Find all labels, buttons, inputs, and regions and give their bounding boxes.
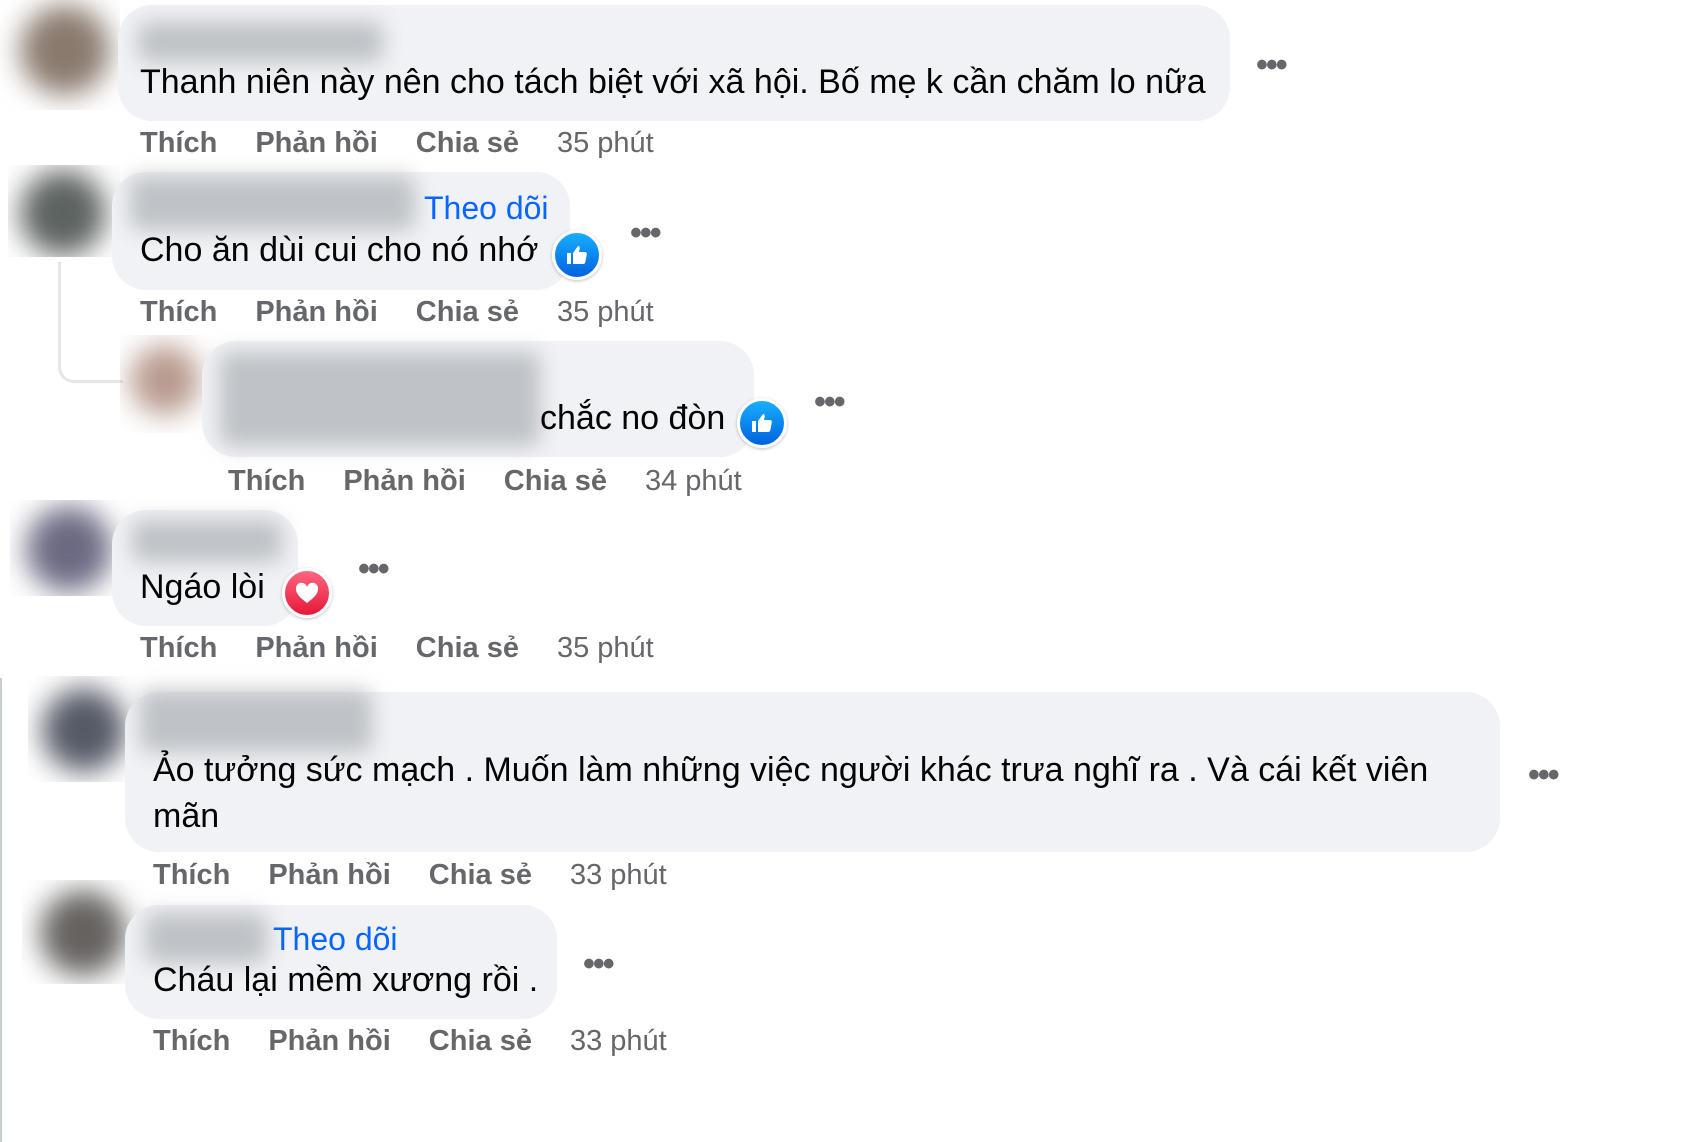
author-name-blurred[interactable] — [138, 22, 383, 62]
reply-thread-line — [58, 262, 123, 383]
reply-link[interactable]: Phản hồi — [268, 1025, 390, 1058]
more-options-icon[interactable]: ••• — [1256, 48, 1288, 82]
share-link[interactable]: Chia sẻ — [416, 296, 519, 329]
share-link[interactable]: Chia sẻ — [416, 632, 519, 665]
comment-text-line-1: Ảo tưởng sức mạch . Muốn làm những việc … — [153, 751, 1429, 789]
comment-text: Ngáo lòi — [140, 568, 265, 606]
timestamp[interactable]: 35 phút — [557, 296, 654, 329]
like-link[interactable]: Thích — [140, 127, 217, 160]
comment-text: Cho ăn dùi cui cho nó nhớ — [140, 231, 539, 269]
author-name-blurred[interactable] — [220, 352, 540, 446]
like-link[interactable]: Thích — [140, 632, 217, 665]
share-link[interactable]: Chia sẻ — [429, 1025, 532, 1058]
share-link[interactable]: Chia sẻ — [504, 465, 607, 498]
reply-link[interactable]: Phản hồi — [255, 127, 377, 160]
reply-link[interactable]: Phản hồi — [255, 632, 377, 665]
timestamp[interactable]: 34 phút — [645, 465, 742, 498]
share-link[interactable]: Chia sẻ — [429, 859, 532, 892]
like-link[interactable]: Thích — [140, 296, 217, 329]
avatar[interactable] — [10, 500, 128, 596]
share-link[interactable]: Chia sẻ — [416, 127, 519, 160]
comment-actions: Thích Phản hồi Chia sẻ 34 phút — [228, 465, 780, 498]
author-name-blurred[interactable] — [130, 176, 415, 230]
reply-link[interactable]: Phản hồi — [255, 296, 377, 329]
like-link[interactable]: Thích — [228, 465, 305, 498]
more-options-icon[interactable]: ••• — [358, 552, 390, 586]
like-link[interactable]: Thích — [153, 859, 230, 892]
comment-text-line-2: mãn — [153, 797, 220, 835]
avatar[interactable] — [0, 0, 120, 110]
comment-text: Cháu lại mềm xương rồi . — [153, 961, 539, 999]
timestamp[interactable]: 33 phút — [570, 859, 667, 892]
avatar[interactable] — [8, 165, 120, 257]
follow-link[interactable]: Theo dõi — [273, 921, 398, 958]
love-reaction-icon[interactable] — [282, 568, 332, 618]
timestamp[interactable]: 35 phút — [557, 632, 654, 665]
comment-text: Thanh niên này nên cho tách biệt với xã … — [140, 63, 1206, 101]
comment-actions: Thích Phản hồi Chia sẻ 35 phút — [140, 296, 692, 329]
comment-actions: Thích Phản hồi Chia sẻ 33 phút — [153, 1025, 705, 1058]
author-name-blurred[interactable] — [132, 520, 282, 562]
more-options-icon[interactable]: ••• — [583, 947, 615, 981]
reply-link[interactable]: Phản hồi — [268, 859, 390, 892]
like-reaction-icon[interactable] — [737, 398, 787, 448]
more-options-icon[interactable]: ••• — [814, 385, 846, 419]
follow-link[interactable]: Theo dõi — [424, 190, 549, 227]
like-reaction-icon[interactable] — [552, 230, 602, 280]
author-name-blurred[interactable] — [140, 690, 372, 752]
comment-actions: Thích Phản hồi Chia sẻ 35 phút — [140, 127, 692, 160]
reply-link[interactable]: Phản hồi — [343, 465, 465, 498]
comment-actions: Thích Phản hồi Chia sẻ 33 phút — [153, 859, 705, 892]
comment-text: chắc no đòn — [540, 399, 726, 437]
comment-actions: Thích Phản hồi Chia sẻ 35 phút — [140, 632, 692, 665]
more-options-icon[interactable]: ••• — [1528, 758, 1560, 792]
divider-line — [0, 678, 2, 1142]
timestamp[interactable]: 35 phút — [557, 127, 654, 160]
more-options-icon[interactable]: ••• — [630, 216, 662, 250]
like-link[interactable]: Thích — [153, 1025, 230, 1058]
timestamp[interactable]: 33 phút — [570, 1025, 667, 1058]
avatar[interactable] — [28, 676, 140, 782]
